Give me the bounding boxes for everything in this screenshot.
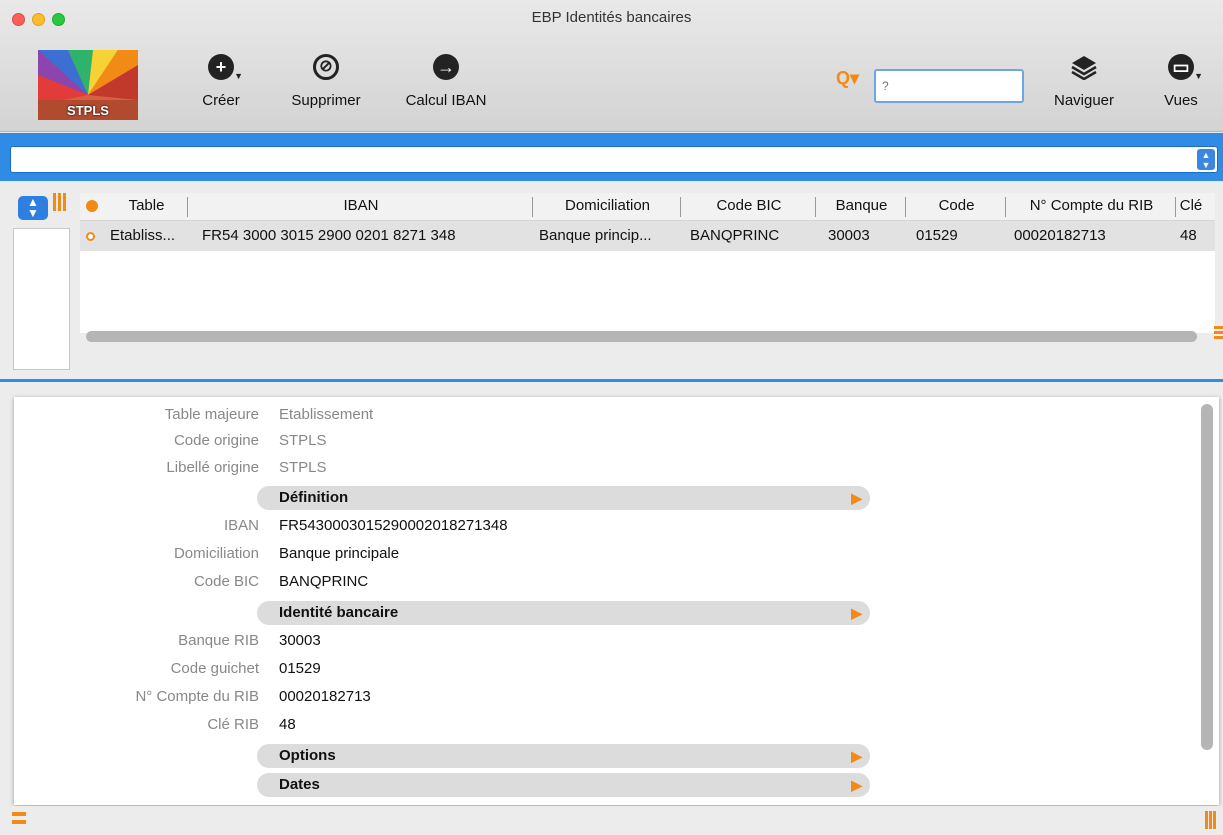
arrow-right-icon: → [433,54,459,80]
section-options[interactable]: Options ▶ [257,744,870,768]
field-code-bic: Code BIC BANQPRINC [193,573,369,590]
vertical-scrollbar[interactable] [1201,404,1213,750]
app-window: EBP Identités bancaires STPLS + ▼ Créer ⊘… [0,0,1223,835]
company-logo[interactable]: STPLS [38,50,138,120]
records-table: Table IBAN Domiciliation Code BIC Banque… [80,193,1215,333]
side-list-pane[interactable] [13,228,70,370]
column-header-iban[interactable]: IBAN [190,197,533,217]
field-banque-rib: Banque RIB 30003 [178,632,321,649]
cell-table: Etabliss... [110,227,176,244]
disclosure-arrow-icon: ▶ [851,748,862,764]
column-header-code-bic[interactable]: Code BIC [683,197,816,217]
cell-banque: 30003 [828,227,870,244]
column-header-table[interactable]: Table [106,197,188,217]
column-header-domiciliation[interactable]: Domiciliation [535,197,681,217]
window-title: EBP Identités bancaires [531,9,692,26]
field-code-origine: Code origine STPLS [173,432,327,449]
row-handle-icon[interactable] [1214,326,1223,344]
disclosure-arrow-icon: ▶ [851,605,862,621]
field-compte-rib: N° Compte du RIB 00020182713 [135,688,371,705]
column-header-banque[interactable]: Banque [818,197,906,217]
monitor-icon: ▭ ▼ [1168,54,1203,81]
logo-label: STPLS [67,103,109,118]
field-cle-rib: Clé RIB 48 [207,716,296,733]
cell-code-bic: BANQPRINC [690,227,780,244]
plus-icon: + ▼ [208,54,243,81]
field-code-guichet: Code guichet 01529 [170,660,321,677]
column-handle-icon[interactable] [53,193,69,211]
table-header: Table IBAN Domiciliation Code BIC Banque… [80,193,1215,221]
layers-icon [1071,56,1097,80]
chevron-updown-icon[interactable]: ▲ ▼ [1197,149,1215,170]
field-iban: IBAN FR5430003015290002018271348 [223,517,508,534]
table-row[interactable]: Etabliss... FR54 3000 3015 2900 0201 827… [80,221,1215,251]
list-selector-stepper[interactable]: ▲ ▼ [18,196,48,220]
search-icon[interactable]: Q▾ [836,68,874,92]
views-button[interactable]: ▭ ▼ Vues [1156,54,1206,109]
cell-iban: FR54 3000 3015 2900 0201 8271 348 [202,227,456,244]
column-header-cle[interactable]: Clé [1178,197,1204,217]
field-libelle-origine: Libellé origine STPLS [166,459,327,476]
create-button[interactable]: + ▼ Créer [190,54,252,109]
marker-column-icon[interactable] [86,200,98,212]
cell-code: 01529 [916,227,958,244]
cell-cle: 48 [1180,227,1197,244]
cell-compte-rib: 00020182713 [1014,227,1106,244]
disclosure-arrow-icon: ▶ [851,490,862,506]
section-dates[interactable]: Dates ▶ [257,773,870,797]
status-bar [0,806,1223,835]
column-header-code[interactable]: Code [908,197,1006,217]
field-table-majeure: Table majeure Etablissement [164,406,374,423]
horizontal-scrollbar[interactable] [86,331,1197,342]
detail-panel: Table majeure Etablissement Code origine… [14,397,1219,805]
filter-combo[interactable]: ▲ ▼ [10,146,1218,173]
pane-separator[interactable] [0,379,1223,382]
iban-calculate-button[interactable]: → Calcul IBAN [396,54,496,109]
disclosure-arrow-icon: ▶ [851,777,862,793]
section-identite-bancaire[interactable]: Identité bancaire ▶ [257,601,870,625]
cell-domiciliation: Banque princip... [539,227,652,244]
search-input[interactable] [874,69,1024,103]
split-handle-icon[interactable] [12,812,26,830]
column-header-compte-rib[interactable]: N° Compte du RIB [1008,197,1176,217]
resize-handle-icon[interactable] [1205,811,1219,829]
record-marker-icon [86,232,95,241]
prohibited-icon: ⊘ [313,54,339,80]
navigate-button[interactable]: Naviguer [1046,54,1122,109]
section-definition[interactable]: Définition ▶ [257,486,870,510]
field-domiciliation: Domiciliation Banque principale [173,545,400,562]
chevron-down-icon: ▼ [1194,71,1203,81]
delete-button[interactable]: ⊘ Supprimer [280,54,372,109]
chevron-down-icon: ▼ [234,71,243,81]
title-bar: EBP Identités bancaires STPLS + ▼ Créer ⊘… [0,0,1223,132]
